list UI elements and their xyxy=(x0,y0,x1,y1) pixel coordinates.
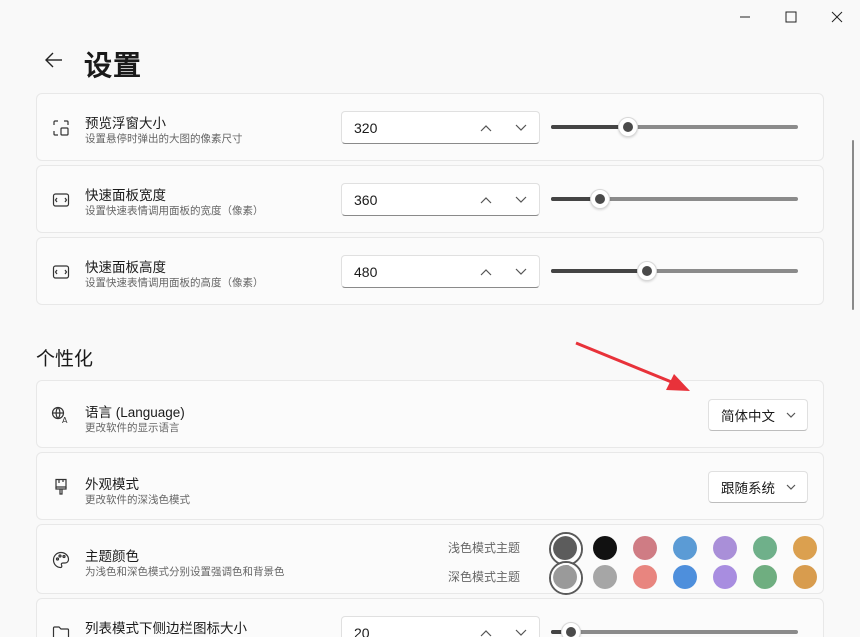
number-value: 480 xyxy=(354,264,378,280)
arrow-shaft xyxy=(575,341,675,385)
setting-description: 设置快速表情调用面板的宽度（像素） xyxy=(85,205,264,217)
setting-card-panel-height: 快速面板高度 设置快速表情调用面板的高度（像素） 480 xyxy=(36,237,824,305)
icon-size-slider[interactable] xyxy=(551,622,798,637)
setting-card-language: A 语言 (Language) 更改软件的显示语言 简体中文 xyxy=(36,380,824,448)
setting-card-sidebar-icon-size: 列表模式下侧边栏图标大小 20 xyxy=(36,598,824,637)
setting-card-preview-size: 预览浮窗大小 设置悬停时弹出的大图的像素尺寸 320 xyxy=(36,93,824,161)
dark-color-swatch[interactable] xyxy=(549,561,583,595)
width-slider[interactable] xyxy=(551,189,798,209)
folder-icon xyxy=(51,623,71,637)
decrement-button[interactable] xyxy=(510,118,532,138)
light-color-swatch[interactable] xyxy=(549,532,583,566)
number-value: 360 xyxy=(354,192,378,208)
increment-button[interactable] xyxy=(475,623,497,637)
chevron-down-icon xyxy=(515,268,527,275)
chevron-up-icon xyxy=(480,197,492,204)
setting-description: 更改软件的显示语言 xyxy=(85,422,180,434)
setting-description: 设置快速表情调用面板的高度（像素） xyxy=(85,277,264,289)
dark-color-swatch[interactable] xyxy=(673,565,697,589)
setting-card-theme-color: 主题颜色 为浅色和深色模式分别设置强调色和背景色 浅色模式主题 深色模式主题 xyxy=(36,524,824,595)
setting-title: 预览浮窗大小 xyxy=(85,116,166,131)
number-value: 20 xyxy=(354,625,370,637)
palette-icon xyxy=(51,550,71,570)
language-icon: A xyxy=(51,405,71,425)
brush-icon xyxy=(51,477,71,497)
number-value: 320 xyxy=(354,120,378,136)
setting-description: 设置悬停时弹出的大图的像素尺寸 xyxy=(85,133,243,145)
back-arrow-icon xyxy=(45,52,62,68)
appearance-dropdown[interactable]: 跟随系统 xyxy=(708,471,808,503)
dropdown-value: 跟随系统 xyxy=(721,481,775,496)
slider-thumb[interactable] xyxy=(617,117,638,137)
close-button[interactable] xyxy=(814,0,860,34)
slider-track xyxy=(551,630,798,634)
increment-button[interactable] xyxy=(475,118,497,138)
decrement-button[interactable] xyxy=(510,623,532,637)
slider-thumb[interactable] xyxy=(637,261,658,281)
close-icon xyxy=(831,11,843,23)
setting-title: 快速面板宽度 xyxy=(85,188,166,203)
dark-color-swatch[interactable] xyxy=(713,565,737,589)
setting-card-appearance: 外观模式 更改软件的深浅色模式 跟随系统 xyxy=(36,452,824,520)
light-theme-label: 浅色模式主题 xyxy=(448,541,521,555)
dark-color-swatch[interactable] xyxy=(793,565,817,589)
scrollbar[interactable] xyxy=(852,140,854,310)
chevron-down-icon xyxy=(785,409,797,421)
preview-window-icon xyxy=(51,118,71,138)
chevron-up-icon xyxy=(480,630,492,637)
setting-card-panel-width: 快速面板宽度 设置快速表情调用面板的宽度（像素） 360 xyxy=(36,165,824,233)
back-button[interactable] xyxy=(38,46,70,74)
increment-button[interactable] xyxy=(475,190,497,210)
maximize-icon xyxy=(785,11,797,23)
light-color-swatch[interactable] xyxy=(673,536,697,560)
dark-theme-label: 深色模式主题 xyxy=(448,570,521,584)
chevron-down-icon xyxy=(785,481,797,493)
slider-fill xyxy=(551,125,628,129)
dark-color-swatch[interactable] xyxy=(593,565,617,589)
minimize-icon xyxy=(740,16,750,18)
chevron-up-icon xyxy=(480,125,492,132)
number-input[interactable]: 480 xyxy=(341,255,540,288)
setting-title: 语言 (Language) xyxy=(85,405,185,420)
setting-title: 外观模式 xyxy=(85,477,139,492)
chevron-up-icon xyxy=(480,269,492,276)
size-slider[interactable] xyxy=(551,117,798,137)
number-input[interactable]: 20 xyxy=(341,616,540,637)
svg-text:A: A xyxy=(62,416,68,424)
annotation-arrow xyxy=(575,341,690,391)
setting-description: 为浅色和深色模式分别设置强调色和背景色 xyxy=(85,566,285,578)
number-input[interactable]: 320 xyxy=(341,111,540,144)
dark-color-swatch[interactable] xyxy=(633,565,657,589)
height-slider[interactable] xyxy=(551,261,798,281)
language-dropdown[interactable]: 简体中文 xyxy=(708,399,808,431)
panel-height-icon xyxy=(51,262,71,282)
light-color-swatch[interactable] xyxy=(633,536,657,560)
slider-thumb[interactable] xyxy=(560,622,581,637)
chevron-down-icon xyxy=(515,124,527,131)
section-title-personalization: 个性化 xyxy=(36,349,94,370)
setting-description: 更改软件的深浅色模式 xyxy=(85,494,190,506)
slider-thumb[interactable] xyxy=(590,189,611,209)
decrement-button[interactable] xyxy=(510,190,532,210)
light-color-swatch[interactable] xyxy=(593,536,617,560)
decrement-button[interactable] xyxy=(510,262,532,282)
maximize-button[interactable] xyxy=(768,0,814,34)
minimize-button[interactable] xyxy=(722,0,768,34)
light-color-swatch[interactable] xyxy=(793,536,817,560)
chevron-down-icon xyxy=(515,629,527,636)
number-input[interactable]: 360 xyxy=(341,183,540,216)
panel-width-icon xyxy=(51,190,71,210)
dropdown-value: 简体中文 xyxy=(721,409,775,424)
setting-title: 列表模式下侧边栏图标大小 xyxy=(85,621,247,636)
dark-color-swatch[interactable] xyxy=(753,565,777,589)
setting-title: 主题颜色 xyxy=(85,549,139,564)
chevron-down-icon xyxy=(515,196,527,203)
page-title: 设置 xyxy=(84,50,143,81)
light-color-swatch[interactable] xyxy=(753,536,777,560)
light-color-swatch[interactable] xyxy=(713,536,737,560)
setting-title: 快速面板高度 xyxy=(85,260,166,275)
increment-button[interactable] xyxy=(475,262,497,282)
slider-fill xyxy=(551,269,648,273)
